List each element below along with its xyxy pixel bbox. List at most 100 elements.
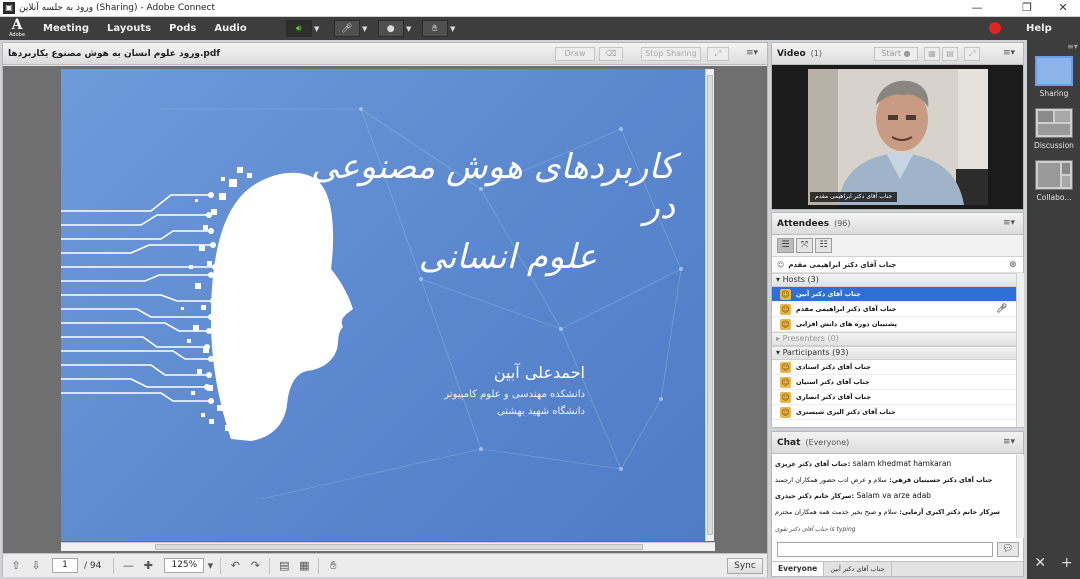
speech-bubble-icon: 💬︎ [1002, 544, 1014, 554]
page-number-input[interactable]: 1 [52, 558, 78, 573]
pan-hand-icon[interactable]: ✋︎ [323, 559, 343, 573]
raise-hand-button[interactable]: ✋︎ [421, 20, 448, 37]
pod-options-icon[interactable]: ≡▾ [743, 47, 761, 59]
close-button[interactable]: ✕ [1046, 0, 1080, 17]
maximize-button[interactable]: ❐ [1010, 0, 1044, 17]
attendees-pod-options-icon[interactable]: ≡▾ [1000, 217, 1018, 229]
attendee-row[interactable]: ☺ جناب آقای دکتر انصاری [772, 390, 1016, 405]
horizontal-scrollbar[interactable] [61, 542, 715, 551]
zoom-dropdown-icon[interactable]: ▾ [204, 559, 216, 572]
attendee-row[interactable]: ☺ جناب آقای دکتر استادی [772, 360, 1016, 375]
recording-indicator-icon[interactable] [989, 22, 1001, 34]
attendee-row[interactable]: ☺ جناب آقای دکتر الیری شبستری [772, 405, 1016, 420]
chat-sender: سرکار خانم دکتر اکبری آزمایی: [899, 508, 1000, 516]
layout-discussion-thumbnail [1035, 108, 1073, 138]
window-title-bar: ▣ ورود به جلسه آنلاین (Sharing) - Adobe … [0, 0, 1080, 17]
stop-sharing-button[interactable]: Stop Sharing [641, 47, 701, 61]
draw-button[interactable]: Draw [555, 47, 595, 61]
status-dropdown-icon[interactable]: ▼ [448, 25, 458, 33]
add-layout-icon[interactable]: + [1061, 555, 1073, 571]
start-webcam-label: Start [881, 49, 901, 58]
presentation-slide: کاربردهای هوش مصنوعی در علوم انسانی احمد… [61, 69, 705, 541]
chat-scrollbar[interactable] [1016, 455, 1024, 538]
my-status-row[interactable]: ☺ جناب آقای دکتر ابراهیمی مقدم ⊗ [772, 257, 1023, 273]
vertical-scrollbar[interactable] [705, 69, 714, 541]
fullscreen-icon[interactable]: ⤢ [707, 47, 729, 61]
chat-message: جناب آقای دکتر حسینیان قرهی: سلام و عرض … [775, 475, 1013, 485]
adobe-logo: A Adobe [0, 17, 34, 40]
attendee-name: جناب آقای دکتر انصاری [796, 393, 872, 401]
attendee-name: جناب آقای دکتر الیری شبستری [796, 408, 896, 416]
tools-icon[interactable]: ✕ [1034, 555, 1046, 571]
attendees-pod-title: Attendees [777, 218, 830, 229]
send-message-button[interactable]: 💬︎ [997, 542, 1019, 557]
attendee-row[interactable]: ☺ پشتیبان دوره های دانش افزایی [772, 317, 1016, 332]
video-fullscreen-icon[interactable]: ⤢ [964, 47, 980, 61]
zoom-in-icon[interactable]: ✚ [138, 559, 158, 572]
single-page-icon[interactable]: ▤ [274, 559, 294, 572]
layout-discussion[interactable]: Discussion [1032, 108, 1076, 150]
clear-status-icon[interactable]: ⊗ [1009, 260, 1017, 270]
chat-message: سرکار خانم دکتر حیدری: Salam va arze ada… [775, 491, 1013, 501]
chat-input[interactable] [777, 542, 993, 557]
zoom-out-icon[interactable]: — [118, 559, 138, 572]
zoom-level-select[interactable]: 125% [164, 558, 205, 573]
rotate-right-icon[interactable]: ↷ [245, 559, 265, 572]
slide-university: دانشگاه شهید بهشتی [496, 406, 585, 417]
filmstrip-view-icon[interactable]: ▤ [942, 47, 958, 61]
next-page-icon[interactable]: ⇩ [26, 559, 46, 572]
attendees-count: (96) [834, 219, 851, 228]
webcam-button[interactable]: ● [377, 20, 404, 37]
menu-layouts[interactable]: Layouts [98, 17, 160, 40]
menu-help[interactable]: Help [1026, 17, 1052, 40]
previous-page-icon[interactable]: ⇧ [6, 559, 26, 572]
layout-sharing[interactable]: Sharing [1032, 56, 1076, 98]
rotate-left-icon[interactable]: ↶ [225, 559, 245, 572]
status-view-icon[interactable]: ☷ [815, 238, 832, 253]
hosts-group-header[interactable]: ▾ Hosts (3) [772, 273, 1016, 287]
video-pod-options-icon[interactable]: ≡▾ [1000, 47, 1018, 59]
typing-name: جناب آقای دکتر تقوی [775, 526, 828, 533]
chat-pod-options-icon[interactable]: ≡▾ [1000, 436, 1018, 448]
layout-label: Collabo... [1036, 193, 1072, 202]
participant-icon: ☺ [780, 391, 791, 403]
layout-bar: ≡▾ Sharing Discussion Collabo... ✕ + [1027, 40, 1080, 579]
horizontal-scrollbar-thumb[interactable] [155, 544, 643, 550]
presenters-group-header[interactable]: ▸ Presenters (0) [772, 332, 1016, 346]
total-pages: / 94 [84, 560, 102, 571]
main-menu-bar: A Adobe Meeting Layouts Pods Audio 🔊︎ ▼ … [0, 17, 1080, 40]
sync-button[interactable]: Sync [727, 558, 763, 574]
speaker-button[interactable]: 🔊︎ [285, 20, 312, 37]
toolbar-divider [113, 557, 115, 574]
slide-author: احمدعلی آبین [493, 363, 585, 382]
start-webcam-button[interactable]: Start ● [874, 47, 918, 61]
chat-tab-everyone[interactable]: Everyone [772, 562, 825, 576]
microphone-dropdown-icon[interactable]: ▼ [360, 25, 370, 33]
attendee-row[interactable]: ☺ جناب آقای دکتر آبین [772, 287, 1016, 302]
attendee-row[interactable]: ☺ جناب آقای دکتر استیان [772, 375, 1016, 390]
minimize-button[interactable]: — [960, 0, 994, 17]
grid-view-icon[interactable]: ▦ [924, 47, 940, 61]
attendee-list-scrollbar[interactable] [1016, 273, 1024, 427]
layout-bar-options-icon[interactable]: ≡▾ [1067, 42, 1078, 51]
webcam-dropdown-icon[interactable]: ▼ [404, 25, 414, 33]
chat-tab-private[interactable]: جناب آقای دکتر آبین [824, 562, 892, 576]
vertical-scrollbar-thumb[interactable] [707, 75, 713, 535]
attendee-list: ▾ Hosts (3) ☺ جناب آقای دکتر آبین ☺ جناب آ… [772, 273, 1016, 427]
window-title: ورود به جلسه آنلاین (Sharing) - Adobe Co… [19, 3, 216, 13]
microphone-button[interactable]: 🎤︎ [333, 20, 360, 37]
menu-audio[interactable]: Audio [205, 17, 255, 40]
menu-meeting[interactable]: Meeting [34, 17, 98, 40]
menu-pods[interactable]: Pods [160, 17, 205, 40]
attendees-view-toolbar: ☰ ⤧ ☷ [772, 235, 1023, 257]
breakout-rooms-icon[interactable]: ⤧ [796, 238, 813, 253]
list-view-icon[interactable]: ☰ [777, 238, 794, 253]
layout-collaboration[interactable]: Collabo... [1032, 160, 1076, 202]
speaker-dropdown-icon[interactable]: ▼ [312, 25, 322, 33]
multi-page-icon[interactable]: ▦ [294, 559, 314, 572]
slide-department: دانشکده مهندسی و علوم کامپیوتر [444, 389, 585, 400]
attendee-row[interactable]: ☺ جناب آقای دکتر ابراهیمی مقدم 🎤︎ [772, 302, 1016, 317]
eraser-icon[interactable]: ⌫ [599, 47, 623, 61]
participants-group-header[interactable]: ▾ Participants (93) [772, 346, 1016, 360]
chat-pod-title: Chat [777, 437, 801, 448]
